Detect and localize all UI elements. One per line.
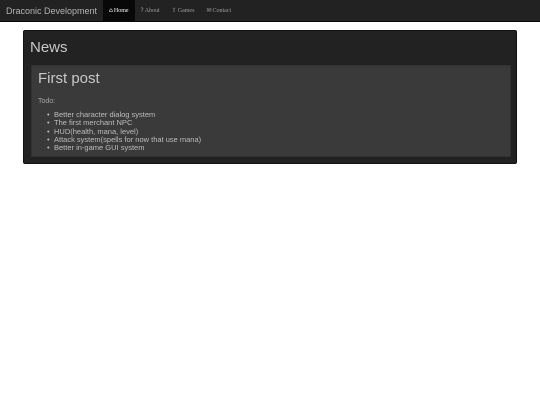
nav-item-contact-label: Contact	[212, 7, 232, 14]
page-title: News	[30, 39, 68, 56]
home-icon: ⌂	[109, 7, 113, 14]
upload-arrow-icon: ⇧	[171, 7, 177, 14]
news-panel: News First post Todo: Better character d…	[23, 30, 517, 164]
news-post: First post Todo: Better character dialog…	[31, 65, 511, 157]
nav-item-games-label: Games	[177, 7, 195, 14]
post-intro: Todo:	[38, 98, 56, 105]
todo-list: Better character dialog system The first…	[47, 110, 201, 153]
nav-item-home-label: Home	[113, 7, 129, 14]
site-brand[interactable]: Draconic Development	[0, 0, 103, 21]
nav-item-about-label: About	[144, 7, 160, 14]
top-navbar: Draconic Development ⌂ Home ? About ⇧ Ga…	[0, 0, 540, 22]
nav-item-contact[interactable]: ✉ Contact	[200, 0, 237, 21]
list-item: Better in-game GUI system	[47, 143, 201, 152]
nav-item-about[interactable]: ? About	[135, 0, 166, 21]
post-title: First post	[38, 70, 100, 87]
envelope-icon: ✉	[206, 7, 212, 14]
question-circle-icon: ?	[140, 7, 144, 14]
nav-item-games[interactable]: ⇧ Games	[166, 0, 201, 21]
nav-item-home[interactable]: ⌂ Home	[103, 0, 135, 21]
nav-menu: ⌂ Home ? About ⇧ Games ✉ Contact	[103, 0, 237, 21]
